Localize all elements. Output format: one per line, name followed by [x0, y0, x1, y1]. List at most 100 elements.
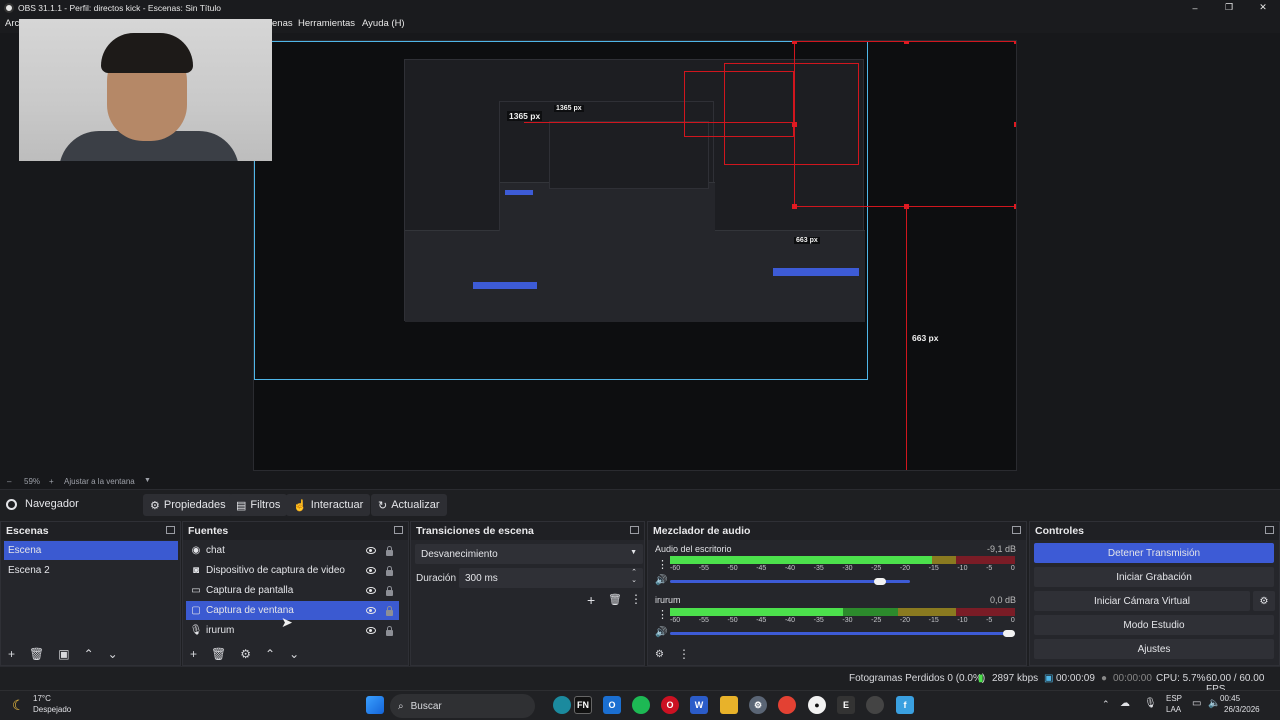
epic-games-icon[interactable]: E: [837, 696, 855, 714]
chrome-icon[interactable]: [778, 696, 796, 714]
generic-app-icon[interactable]: f: [896, 696, 914, 714]
minimize-button[interactable]: –: [1178, 0, 1212, 15]
clock-time[interactable]: 00:45: [1220, 694, 1240, 703]
source-item[interactable]: ▭ Captura de pantalla: [186, 581, 399, 600]
lock-icon[interactable]: [386, 606, 393, 616]
stop-streaming-button[interactable]: Detener Transmisión: [1034, 543, 1274, 563]
transitions-title: Transiciones de escena: [416, 525, 534, 537]
add-source-button[interactable]: +: [190, 647, 197, 661]
settings-button[interactable]: Ajustes: [1034, 639, 1274, 659]
clock-date[interactable]: 26/3/2026: [1224, 705, 1260, 714]
windows-start-icon[interactable]: [366, 696, 384, 714]
source-properties-button[interactable]: ⚙: [240, 647, 251, 661]
dock-float-icon[interactable]: [166, 526, 175, 534]
weather-desc[interactable]: Despejado: [33, 705, 71, 714]
volume-knob[interactable]: [1003, 630, 1015, 637]
zoom-out-button[interactable]: –: [7, 477, 11, 486]
status-bar: Fotogramas Perdidos 0 (0.0%) ▮ 2897 kbps…: [0, 666, 1280, 695]
preview-area[interactable]: 1365 px 663 px 663 px 1365 px: [0, 19, 1280, 475]
microphone-tray-icon[interactable]: 🎙: [1144, 698, 1157, 709]
channel-menu-icon[interactable]: ⋮: [657, 558, 668, 571]
volume-icon[interactable]: 🔈: [1208, 698, 1220, 709]
close-button[interactable]: ✕: [1246, 0, 1280, 15]
visibility-icon[interactable]: [366, 627, 376, 634]
edge-icon[interactable]: [553, 696, 571, 714]
zoom-fit-label[interactable]: Ajustar a la ventana: [64, 477, 135, 486]
start-recording-button[interactable]: Iniciar Grabación: [1034, 567, 1274, 587]
menu-scenes[interactable]: enas: [272, 18, 293, 29]
dock-float-icon[interactable]: [394, 526, 403, 534]
scene-filters-button[interactable]: ▣: [58, 647, 69, 661]
scene-item[interactable]: Escena: [4, 541, 178, 560]
dock-float-icon[interactable]: [630, 526, 639, 534]
cpu-usage: CPU: 5.7%: [1156, 673, 1206, 684]
advanced-audio-icon[interactable]: ⚙: [655, 649, 664, 660]
maximize-button[interactable]: ❐: [1212, 0, 1246, 15]
settings-app-icon[interactable]: ⚙: [749, 696, 767, 714]
menu-tools[interactable]: Herramientas: [298, 18, 355, 29]
language-layout[interactable]: LAA: [1166, 705, 1181, 714]
zoom-dropdown-icon[interactable]: ▼: [144, 477, 151, 484]
word-icon[interactable]: W: [690, 696, 708, 714]
dock-float-icon[interactable]: [1265, 526, 1274, 534]
studio-mode-button[interactable]: Modo Estudio: [1034, 615, 1274, 635]
scene-item[interactable]: Escena 2: [4, 561, 178, 580]
source-item[interactable]: ◙ Dispositivo de captura de video: [186, 561, 399, 580]
transition-select[interactable]: Desvanecimiento ▼: [415, 544, 643, 564]
spotify-icon[interactable]: [632, 696, 650, 714]
lock-icon[interactable]: [386, 546, 393, 556]
speaker-icon[interactable]: 🔊: [655, 575, 667, 586]
stepper-icon[interactable]: ⌃ ⌄: [631, 569, 637, 585]
meter-tick-label: -25: [871, 617, 882, 624]
taskbar-search[interactable]: ⌕ Buscar: [390, 694, 535, 718]
virtual-camera-settings-button[interactable]: ⚙: [1253, 591, 1275, 611]
menu-help[interactable]: Ayuda (H): [362, 18, 405, 29]
refresh-button[interactable]: ↻ Actualizar: [371, 494, 447, 516]
lock-icon[interactable]: [386, 566, 393, 576]
obs-taskbar-icon[interactable]: ●: [808, 696, 826, 714]
duration-input[interactable]: 300 ms ⌃ ⌄: [459, 568, 643, 588]
weather-temp[interactable]: 17°C: [33, 694, 51, 703]
lock-icon[interactable]: [386, 586, 393, 596]
source-item[interactable]: ◉ chat: [186, 541, 399, 560]
remove-scene-button[interactable]: 🗑: [29, 647, 44, 661]
visibility-icon[interactable]: [366, 587, 376, 594]
visibility-icon[interactable]: [366, 607, 376, 614]
onedrive-icon[interactable]: ☁: [1120, 698, 1130, 709]
capture-app-icon[interactable]: [866, 696, 884, 714]
visibility-icon[interactable]: [366, 547, 376, 554]
speaker-icon[interactable]: 🔊: [655, 627, 667, 638]
add-transition-button[interactable]: +: [587, 592, 595, 608]
network-icon[interactable]: ▭: [1192, 698, 1201, 709]
move-up-button[interactable]: ⌃: [84, 647, 94, 661]
volume-slider[interactable]: [670, 578, 910, 585]
zoom-in-button[interactable]: +: [49, 477, 54, 486]
add-scene-button[interactable]: +: [8, 647, 15, 661]
fn-app-icon[interactable]: FN: [574, 696, 592, 714]
preview-canvas[interactable]: 1365 px 663 px 663 px 1365 px: [253, 40, 1017, 471]
volume-slider[interactable]: [670, 630, 1015, 637]
move-down-button[interactable]: ⌄: [108, 647, 118, 661]
channel-menu-icon[interactable]: ⋮: [657, 608, 668, 621]
language-code[interactable]: ESP: [1166, 694, 1182, 703]
remove-source-button[interactable]: 🗑: [211, 647, 226, 661]
file-explorer-icon[interactable]: [720, 696, 738, 714]
dock-float-icon[interactable]: [1012, 526, 1021, 534]
webcam-source[interactable]: [19, 19, 272, 161]
start-virtual-camera-button[interactable]: Iniciar Cámara Virtual: [1034, 591, 1250, 611]
opera-icon[interactable]: O: [661, 696, 679, 714]
tray-chevron-icon[interactable]: ⌃: [1102, 699, 1110, 710]
properties-button[interactable]: ⚙ Propiedades: [143, 494, 233, 516]
mixer-menu-icon[interactable]: ⋮: [678, 647, 690, 661]
lock-icon[interactable]: [386, 626, 393, 636]
remove-transition-button[interactable]: 🗑: [608, 593, 622, 606]
transition-menu-button[interactable]: ⋮: [630, 592, 642, 606]
outlook-icon[interactable]: O: [603, 696, 621, 714]
volume-knob[interactable]: [874, 578, 886, 585]
move-down-button[interactable]: ⌄: [289, 647, 299, 661]
visibility-icon[interactable]: [366, 567, 376, 574]
filters-button[interactable]: ▤ Filtros: [229, 494, 288, 516]
chevron-down-icon: ▼: [630, 549, 637, 556]
move-up-button[interactable]: ⌃: [265, 647, 275, 661]
interact-button[interactable]: ☝ Interactuar: [286, 494, 371, 516]
